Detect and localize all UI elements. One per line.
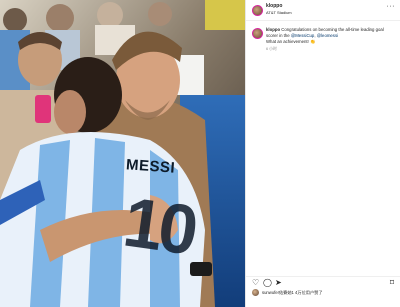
caption-text-2: What an achievement! 👏: [266, 39, 316, 45]
caption-tag-1[interactable]: @MessiCup: [291, 33, 314, 38]
bookmark-icon[interactable]: ⌑: [390, 279, 394, 287]
caption-sep: ,: [314, 33, 316, 39]
caption-tag-2[interactable]: @leomessi: [317, 33, 338, 38]
post-header: kloppo AT&T Stadium ···: [246, 0, 400, 21]
comment-icon[interactable]: ◯: [263, 279, 272, 287]
caption: kloppo Congratulations on becoming the a…: [266, 27, 396, 46]
caption-avatar[interactable]: [252, 28, 263, 39]
caption-author[interactable]: kloppo: [266, 27, 280, 32]
location[interactable]: AT&T Stadium: [266, 10, 292, 15]
share-icon[interactable]: ➤: [275, 279, 282, 287]
liker-avatar: [252, 289, 259, 296]
post-time: 6 小时: [266, 47, 277, 51]
heart-icon[interactable]: ♡: [252, 279, 259, 287]
more-horizontal-icon[interactable]: ···: [387, 3, 396, 10]
liked-by-row: sunwufer佑賽她1 4万位用户赞了: [246, 288, 400, 298]
liked-by-text[interactable]: sunwufer佑賽她1 4万位用户赞了: [262, 290, 323, 296]
post-panel: kloppo AT&T Stadium ··· kloppo Congratul…: [245, 0, 400, 307]
jersey-number: 10: [118, 182, 199, 270]
username[interactable]: kloppo: [266, 3, 282, 9]
instagram-post-window: MESSI 10 kloppo AT&T Stadium ··· kloppo …: [0, 0, 400, 307]
user-avatar[interactable]: [252, 5, 263, 16]
post-photo[interactable]: MESSI 10: [0, 0, 245, 307]
jersey-name: MESSI: [125, 156, 176, 177]
